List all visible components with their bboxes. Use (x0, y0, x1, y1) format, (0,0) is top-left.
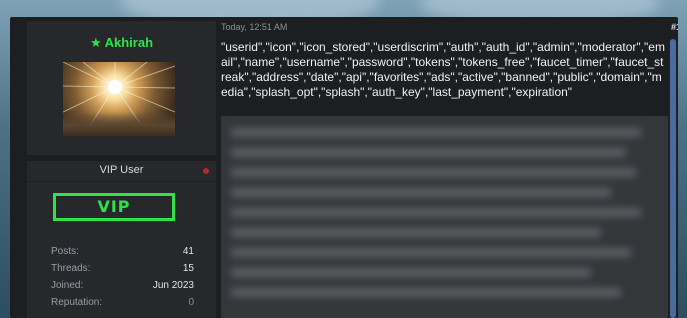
stat-threads: Threads: 15 (51, 263, 194, 277)
stat-posts: Posts: 41 (51, 246, 194, 260)
offline-status-icon (203, 168, 209, 174)
vip-badge: VIP (53, 193, 175, 221)
stat-value[interactable]: 0 (188, 297, 194, 308)
post-body-text: "userid","icon","icon_stored","userdiscr… (221, 40, 665, 99)
star-icon: ★ (89, 35, 102, 50)
scrollbar[interactable] (669, 39, 677, 318)
stat-label: Posts: (51, 246, 79, 257)
user-title: VIP User (99, 164, 144, 176)
thread-post-panel: ★ Akhirah VIP User VIP Posts: 41 Threads… (10, 17, 678, 318)
post-number-link[interactable]: #1 (671, 22, 678, 32)
user-card-header: ★ Akhirah (27, 21, 216, 155)
blurred-text-block (231, 128, 641, 297)
username-text[interactable]: Akhirah (105, 35, 153, 50)
username[interactable]: ★ Akhirah (27, 35, 216, 51)
user-stats-card: VIP Posts: 41 Threads: 15 Joined: Jun 20… (27, 182, 216, 318)
post-content: Today, 12:51 AM #1 "userid","icon","icon… (221, 21, 678, 318)
post-timestamp: Today, 12:51 AM (221, 22, 288, 32)
stat-reputation: Reputation: 0 (51, 297, 194, 311)
user-info-sidebar: ★ Akhirah VIP User VIP Posts: 41 Threads… (27, 21, 216, 318)
user-title-bar: VIP User (27, 161, 216, 181)
stat-label: Joined: (51, 280, 84, 291)
scrollbar-thumb[interactable] (670, 39, 676, 318)
hidden-content-blurred (221, 116, 668, 318)
avatar[interactable] (63, 62, 175, 136)
stat-value[interactable]: 41 (183, 246, 194, 257)
stat-joined: Joined: Jun 2023 (51, 280, 194, 294)
stat-value: Jun 2023 (152, 280, 194, 291)
stat-label: Reputation: (51, 297, 103, 308)
avatar-clouds (63, 112, 175, 136)
stat-value[interactable]: 15 (183, 263, 194, 274)
stat-label: Threads: (51, 263, 91, 274)
